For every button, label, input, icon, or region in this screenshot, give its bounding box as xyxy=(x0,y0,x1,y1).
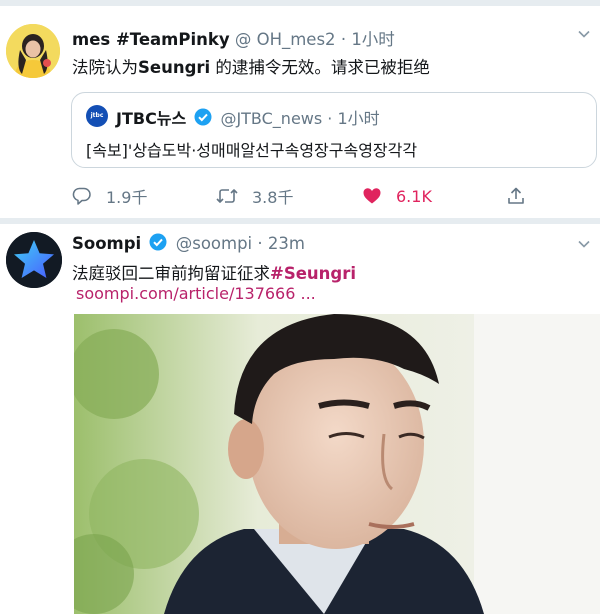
tweet-actions: 1.9千 3.8千 6.1K xyxy=(72,182,592,210)
share-button[interactable] xyxy=(506,182,540,210)
verified-badge-icon xyxy=(149,233,167,251)
tweet-text-end: 的逮捕令无效。请求已被拒绝 xyxy=(210,58,430,77)
news-photo-image xyxy=(74,314,600,614)
chevron-down-icon[interactable] xyxy=(578,28,590,40)
display-name[interactable]: Soompi xyxy=(72,234,141,253)
tweet-text: 法庭驳回二审前拘留证征求#Seungri xyxy=(72,260,356,284)
quoted-display-name[interactable]: JTBC뉴스 xyxy=(116,109,186,128)
quoted-tweet[interactable]: jtbc JTBC뉴스 @JTBC_news · 1小时 [속보]'상습도박·성… xyxy=(71,92,597,168)
reply-count: 1.9千 xyxy=(106,188,148,207)
like-count: 6.1K xyxy=(396,186,432,206)
separator: · xyxy=(257,234,263,253)
tweet-text-bold: Seungri xyxy=(138,58,211,77)
quoted-handle[interactable]: @JTBC_news xyxy=(220,109,322,128)
quoted-header: JTBC뉴스 @JTBC_news · 1小时 xyxy=(116,105,380,129)
retweet-count: 3.8千 xyxy=(252,188,294,207)
tweet-text-start: 法院认为 xyxy=(72,58,138,77)
tweet-text-start: 法庭驳回二审前拘留证征求 xyxy=(72,264,270,283)
quoted-avatar[interactable]: jtbc xyxy=(86,105,108,127)
timestamp[interactable]: 23m xyxy=(268,234,305,253)
quoted-text: [속보]'상습도박·성매매알선구속영장구속영장각각 xyxy=(86,141,418,160)
tweet-card[interactable]: mes #TeamPinky @ OH_mes2 · 1小时 法院认为Seung… xyxy=(0,6,600,218)
handle[interactable]: @ OH_mes2 xyxy=(235,30,336,49)
profile-photo-icon xyxy=(6,24,60,78)
timestamp[interactable]: 1小时 xyxy=(351,30,395,49)
tweet-header: Soompi @soompi · 23m xyxy=(72,233,305,253)
handle[interactable]: @soompi xyxy=(176,234,252,253)
separator: · xyxy=(340,30,347,49)
tweet-text: 法院认为Seungri 的逮捕令无效。请求已被拒绝 xyxy=(72,54,430,78)
share-icon xyxy=(508,187,524,204)
avatar[interactable] xyxy=(6,232,62,288)
heart-icon xyxy=(363,188,381,204)
like-button[interactable]: 6.1K xyxy=(362,182,432,210)
verified-badge-icon xyxy=(194,108,212,126)
chevron-down-icon[interactable] xyxy=(578,238,590,250)
tweet-card[interactable]: Soompi @soompi · 23m 法庭驳回二审前拘留证征求#Seungr… xyxy=(0,224,600,614)
quoted-separator: · xyxy=(327,109,333,128)
retweet-button[interactable]: 3.8千 xyxy=(216,182,293,210)
tweet-photo[interactable] xyxy=(74,314,600,614)
retweet-icon xyxy=(216,189,238,203)
display-name[interactable]: mes #TeamPinky xyxy=(72,30,230,49)
tweet-header: mes #TeamPinky @ OH_mes2 · 1小时 xyxy=(72,26,395,50)
star-avatar-icon xyxy=(6,232,62,288)
hashtag-link[interactable]: #Seungri xyxy=(270,264,356,283)
quoted-timestamp[interactable]: 1小时 xyxy=(337,109,379,128)
avatar[interactable] xyxy=(6,24,60,78)
reply-icon xyxy=(72,187,91,205)
article-link[interactable]: soompi.com/article/137666 ... xyxy=(76,284,316,303)
reply-button[interactable]: 1.9千 xyxy=(72,182,147,210)
